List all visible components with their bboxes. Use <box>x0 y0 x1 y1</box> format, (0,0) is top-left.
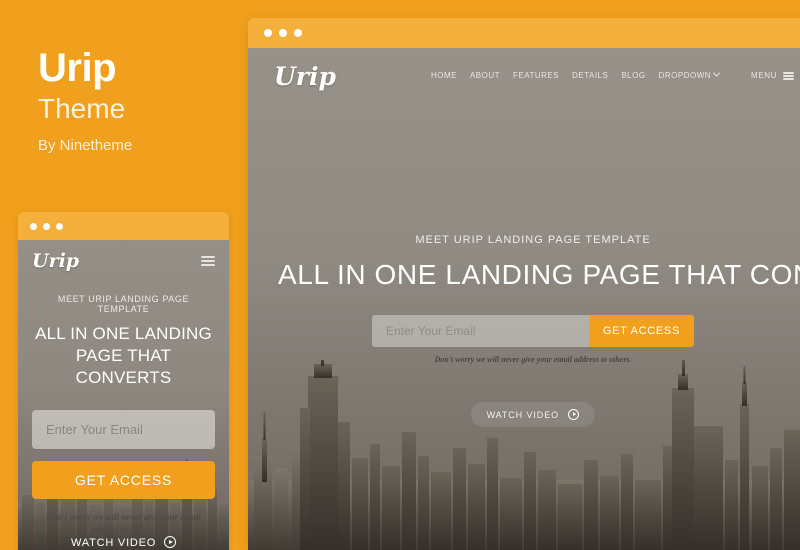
signup-form: GET ACCESS <box>278 315 788 347</box>
window-dot-minimize-icon[interactable] <box>279 29 287 37</box>
hamburger-icon <box>783 71 794 82</box>
page-subtitle: Theme <box>38 93 126 124</box>
intro-panel: Urip Theme By Ninetheme <box>0 0 240 550</box>
nav-item-home[interactable]: HOME <box>431 71 457 80</box>
nav-item-dropdown-label: DROPDOWN <box>658 71 712 81</box>
hero-eyebrow: MEET URIP LANDING PAGE TEMPLATE <box>415 234 651 246</box>
nav-item-dropdown[interactable]: DROPDOWN <box>658 70 721 81</box>
browser-preview-viewport: Urip HOME ABOUT FEATURES DETAILS BLOG DR… <box>248 48 800 550</box>
menu-toggle-button[interactable]: MENU <box>751 71 794 82</box>
site-logo[interactable]: Urip <box>274 62 336 91</box>
page-title: Urip <box>38 46 117 90</box>
primary-nav: HOME ABOUT FEATURES DETAILS BLOG DROPDOW… <box>431 70 721 81</box>
get-access-button[interactable]: GET ACCESS <box>588 315 694 347</box>
navbar-right-group: HOME ABOUT FEATURES DETAILS BLOG DROPDOW… <box>431 70 794 82</box>
privacy-disclaimer: Don't worry we will never give your emai… <box>434 355 632 364</box>
nav-item-blog[interactable]: BLOG <box>621 71 645 80</box>
hero-section: MEET URIP LANDING PAGE TEMPLATE ALL IN O… <box>248 234 800 427</box>
menu-toggle-label: MENU <box>751 71 777 81</box>
play-circle-icon <box>568 409 580 420</box>
email-input[interactable] <box>372 315 589 347</box>
browser-window-titlebar <box>248 18 800 48</box>
nav-item-about[interactable]: ABOUT <box>470 71 500 80</box>
browser-preview-window: Urip HOME ABOUT FEATURES DETAILS BLOG DR… <box>248 18 800 550</box>
window-dot-close-icon[interactable] <box>264 29 272 37</box>
hero-headline: ALL IN ONE LANDING PAGE THAT CONVERTS <box>278 259 800 290</box>
page-author: By Ninetheme <box>38 137 133 154</box>
watch-video-button[interactable]: WATCH VIDEO <box>470 402 596 427</box>
window-dot-maximize-icon[interactable] <box>294 29 302 37</box>
nav-item-details[interactable]: DETAILS <box>572 71 608 80</box>
nav-item-features[interactable]: FEATURES <box>513 71 559 80</box>
browser-navbar: Urip HOME ABOUT FEATURES DETAILS BLOG DR… <box>248 48 800 104</box>
chevron-down-icon <box>712 70 721 78</box>
watch-video-label: WATCH VIDEO <box>486 410 559 420</box>
signup-form-inner: GET ACCESS <box>372 315 694 347</box>
